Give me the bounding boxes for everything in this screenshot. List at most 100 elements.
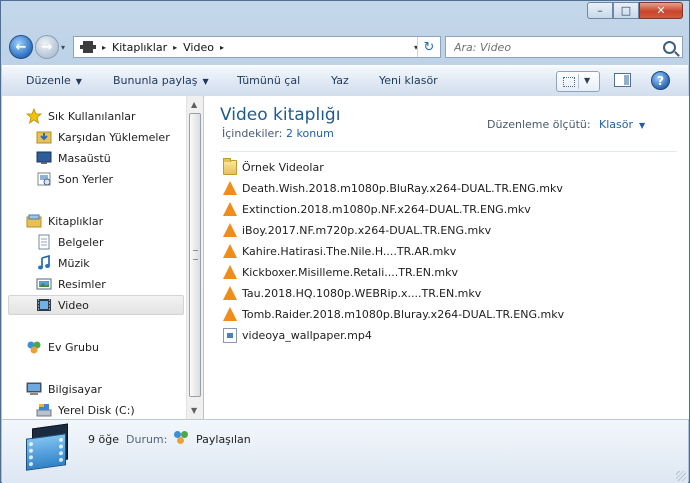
view-details-icon — [563, 77, 575, 87]
star-icon — [25, 107, 43, 124]
nav-item-pictures[interactable]: Resimler — [36, 274, 106, 294]
includes-label: İçindekiler: — [222, 127, 283, 140]
file-list-pane: Video kitaplığı İçindekiler: 2 konum Düz… — [204, 96, 689, 419]
search-box[interactable] — [445, 36, 683, 58]
nav-homegroup-label: Ev Grubu — [48, 340, 99, 354]
recent-pages-dropdown[interactable]: ▾ — [61, 43, 65, 52]
chevron-right-icon[interactable]: ▸ — [220, 43, 224, 52]
nav-libraries[interactable]: Kitaplıklar — [26, 211, 103, 231]
resize-grip[interactable] — [676, 471, 686, 481]
share-with-menu-button[interactable]: Bununla paylaş ▼ — [113, 74, 209, 87]
change-view-button[interactable]: ▼ — [556, 71, 600, 92]
file-item[interactable]: Extinction.2018.m1080p.NF.x264-DUAL.TR.E… — [223, 199, 531, 219]
selected-item-highlight — [8, 295, 184, 315]
nav-homegroup[interactable]: Ev Grubu — [26, 337, 99, 357]
video-filmstrip-icon — [36, 297, 52, 313]
help-button[interactable]: ? — [651, 71, 670, 90]
chevron-down-icon[interactable]: ▼ — [584, 76, 590, 85]
arrange-by-dropdown[interactable]: Klasör ▼ — [599, 118, 645, 131]
scrollbar-grip — [193, 250, 198, 260]
scroll-down-arrow-icon[interactable]: ▼ — [191, 406, 197, 415]
scroll-up-arrow-icon[interactable]: ▲ — [191, 100, 197, 109]
nav-item-label: Karşıdan Yüklemeler — [58, 130, 170, 144]
nav-item-music[interactable]: Müzik — [36, 253, 90, 273]
documents-icon — [36, 234, 52, 250]
file-item[interactable]: Kahire.Hatirasi.The.Nile.H....TR.AR.mkv — [223, 241, 456, 261]
back-button[interactable]: ← — [9, 35, 33, 59]
video-library-large-icon — [26, 423, 70, 472]
navigation-pane-scrollbar[interactable]: ▲ ▼ — [186, 96, 203, 419]
computer-icon — [26, 381, 42, 397]
vlc-icon — [223, 181, 237, 195]
play-all-button[interactable]: Tümünü çal — [237, 74, 300, 87]
refresh-button[interactable]: ↻ — [417, 37, 440, 57]
file-item[interactable]: Tomb.Raider.2018.m1080p.Bluray.x264-DUAL… — [223, 304, 564, 324]
folder-icon — [223, 157, 237, 175]
folder-item[interactable]: Örnek Videolar — [223, 157, 324, 177]
burn-button[interactable]: Yaz — [331, 74, 349, 87]
file-name: iBoy.2017.NF.m720p.x264-DUAL.TR.ENG.mkv — [242, 223, 492, 237]
nav-item-label: Resimler — [58, 277, 106, 291]
file-name: Tomb.Raider.2018.m1080p.Bluray.x264-DUAL… — [242, 307, 565, 321]
scrollbar-thumb[interactable] — [189, 113, 201, 397]
file-name: Kickboxer.Misilleme.Retali....TR.EN.mkv — [242, 265, 459, 279]
includes-locations-link[interactable]: 2 konum — [286, 127, 334, 140]
share-with-label: Bununla paylaş — [113, 74, 198, 87]
address-bar[interactable]: ▸ Kitaplıklar ▸ Video ▸ ▾ ↻ — [73, 36, 441, 58]
chevron-right-icon[interactable]: ▸ — [173, 43, 177, 52]
chevron-down-icon: ▼ — [202, 77, 209, 86]
maximize-button[interactable]: □ — [613, 2, 639, 19]
nav-item-label: Müzik — [58, 256, 90, 270]
nav-item-recent-places[interactable]: Son Yerler — [36, 169, 113, 189]
local-disk-icon — [36, 402, 52, 418]
video-library-icon — [80, 41, 96, 53]
command-bar: Düzenle ▼ Bununla paylaş ▼ Tümünü çal Yaz … — [2, 65, 688, 97]
chevron-down-icon: ▼ — [75, 77, 82, 86]
arrange-by-label: Düzenleme ölçütü: — [487, 118, 591, 131]
nav-item-downloads[interactable]: Karşıdan Yüklemeler — [36, 127, 170, 147]
search-input[interactable] — [452, 40, 656, 55]
breadcrumb-video[interactable]: Video — [183, 41, 214, 54]
nav-item-label: Son Yerler — [58, 172, 114, 186]
pictures-icon — [36, 276, 52, 292]
organize-menu-button[interactable]: Düzenle ▼ — [26, 74, 82, 87]
arrow-left-icon: ← — [15, 39, 27, 55]
file-item[interactable]: Kickboxer.Misilleme.Retali....TR.EN.mkv — [223, 262, 458, 282]
search-icon[interactable] — [663, 41, 676, 54]
nav-computer[interactable]: Bilgisayar — [26, 379, 102, 399]
file-name: Örnek Videolar — [242, 160, 324, 174]
view-divider — [578, 74, 579, 89]
desktop-icon — [36, 150, 52, 166]
chevron-right-icon[interactable]: ▸ — [102, 43, 106, 52]
file-item[interactable]: Death.Wish.2018.m1080p.BluRay.x264-DUAL.… — [223, 178, 563, 198]
window-controls: – □ ✕ — [587, 2, 683, 19]
forward-button[interactable]: → — [35, 35, 59, 59]
breadcrumb-libraries[interactable]: Kitaplıklar — [112, 41, 167, 54]
chevron-down-icon: ▼ — [639, 121, 646, 130]
file-item[interactable]: iBoy.2017.NF.m720p.x264-DUAL.TR.ENG.mkv — [223, 220, 491, 240]
preview-pane-button[interactable] — [614, 73, 631, 87]
vlc-icon — [223, 202, 237, 216]
nav-favorites[interactable]: Sık Kullanılanlar — [25, 106, 136, 126]
file-item[interactable]: Tau.2018.HQ.1080p.WEBRip.x....TR.EN.mkv — [223, 283, 481, 303]
state-value: Paylaşılan — [196, 433, 251, 446]
details-pane: 9 öğe Durum: Paylaşılan — [2, 419, 688, 483]
nav-computer-label: Bilgisayar — [48, 382, 102, 396]
nav-item-local-disk[interactable]: Yerel Disk (C:) — [36, 400, 135, 419]
nav-item-label: Belgeler — [58, 235, 104, 249]
navigation-bar: ← → ▾ ▸ Kitaplıklar ▸ Video ▸ ▾ ↻ — [9, 33, 683, 61]
nav-item-desktop[interactable]: Masaüstü — [36, 148, 111, 168]
file-name: videoya_wallpaper.mp4 — [242, 328, 372, 342]
file-item[interactable]: videoya_wallpaper.mp4 — [223, 325, 372, 345]
organize-label: Düzenle — [26, 74, 71, 87]
nav-item-label: Video — [58, 298, 89, 312]
vlc-icon — [223, 286, 237, 300]
shared-users-icon — [174, 431, 190, 445]
item-count: 9 öğe — [88, 433, 119, 446]
music-note-icon — [36, 254, 52, 271]
minimize-button[interactable]: – — [587, 2, 613, 19]
new-folder-button[interactable]: Yeni klasör — [379, 74, 438, 87]
close-button[interactable]: ✕ — [639, 2, 683, 19]
nav-item-video[interactable]: Video — [36, 295, 89, 315]
nav-item-documents[interactable]: Belgeler — [36, 232, 103, 252]
